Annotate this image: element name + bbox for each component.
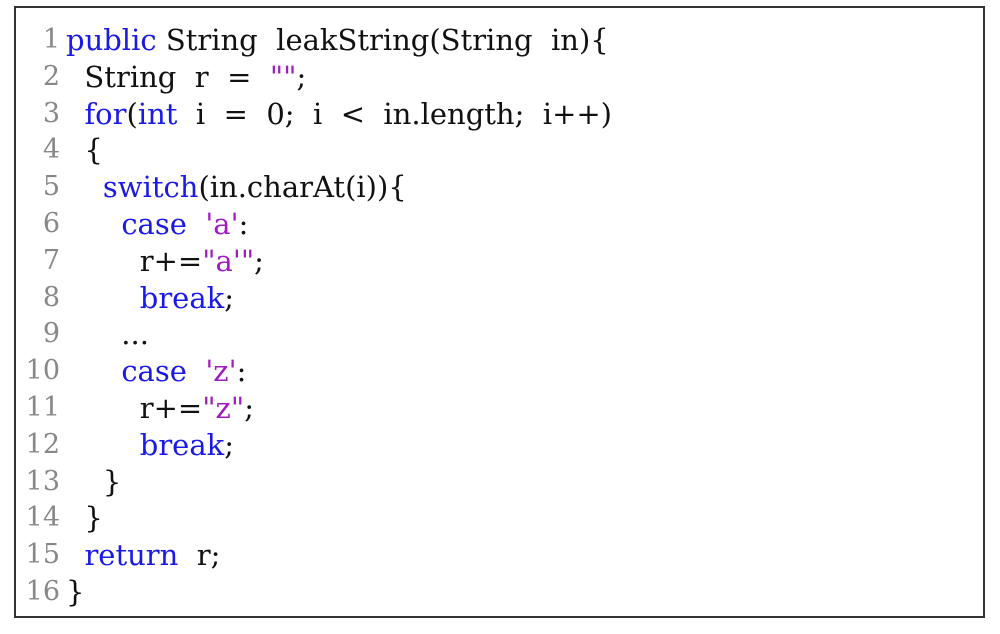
line-code: case 'a': [66,206,248,243]
string-literal-token: 'a' [205,206,239,241]
keyword-token: case [121,354,187,389]
line-code: r+="z"; [66,390,254,427]
code-token: ; [296,59,307,94]
string-literal-token: "" [269,59,297,94]
code-token: ; [254,243,264,278]
line-code: { [66,132,103,169]
keyword-token: case [121,206,187,241]
line-number: 9 [42,318,60,350]
line-code: public String leakString(String in){ [66,22,609,59]
code-token: : [236,354,247,389]
line-number: 16 [25,575,60,607]
keyword-token: break [139,280,225,315]
code-token: } [66,501,103,536]
code-token: } [66,464,122,499]
keyword-token: break [139,427,225,462]
line-code: break; [66,427,234,464]
line-number: 11 [25,391,60,423]
code-token: String r = [66,59,270,94]
line-number: 10 [25,355,60,387]
line-code: } [66,574,84,611]
line-number: 6 [42,207,60,239]
string-literal-token: 'z' [205,354,237,389]
line-number: 14 [25,502,60,534]
code-token: i = 0; i < in.length; i++) [177,96,612,131]
line-number: 4 [42,134,60,166]
keyword-token: int [137,96,178,131]
keyword-token: return [84,538,179,573]
line-number: 13 [25,465,60,497]
code-token: ; [224,427,234,462]
keyword-token: switch [102,170,199,205]
line-code: } [66,500,103,537]
line-code: break; [66,280,234,317]
code-token: ( [126,96,138,131]
line-code: return r; [66,537,220,574]
line-code: case 'z': [66,353,246,390]
code-token: { [66,133,103,168]
code-token: (in.charAt(i)){ [198,170,407,205]
line-code: String r = ""; [66,59,306,96]
line-number: 3 [42,97,60,129]
code-token: String leakString(String in){ [156,23,609,57]
string-literal-token: "z" [202,390,245,425]
string-literal-token: "a'" [202,243,255,278]
code-token: r; [178,538,221,573]
code-token: ; [224,280,234,315]
line-code: for(int i = 0; i < in.length; i++) [66,96,612,133]
line-number: 8 [42,281,60,313]
code-token: r+= [66,390,203,425]
keyword-token: for [84,96,127,131]
line-number: 7 [42,244,60,276]
line-number: 12 [25,428,60,460]
line-code: switch(in.charAt(i)){ [66,169,407,206]
line-code: } [66,464,121,501]
line-code: r+="a'"; [66,243,264,280]
line-number: 2 [42,60,60,92]
code-token: ; [244,390,254,425]
line-number: 15 [25,539,60,571]
keyword-token: public [66,23,157,57]
line-number: 5 [42,171,60,203]
code-token: r+= [66,243,203,278]
line-code: ... [66,316,149,353]
code-token: } [66,574,85,609]
code-listing-frame: 1 public String leakString(String in){2 S… [14,6,985,618]
code-token: : [238,206,249,241]
code-token: ... [66,317,149,352]
line-number: 1 [42,24,60,55]
